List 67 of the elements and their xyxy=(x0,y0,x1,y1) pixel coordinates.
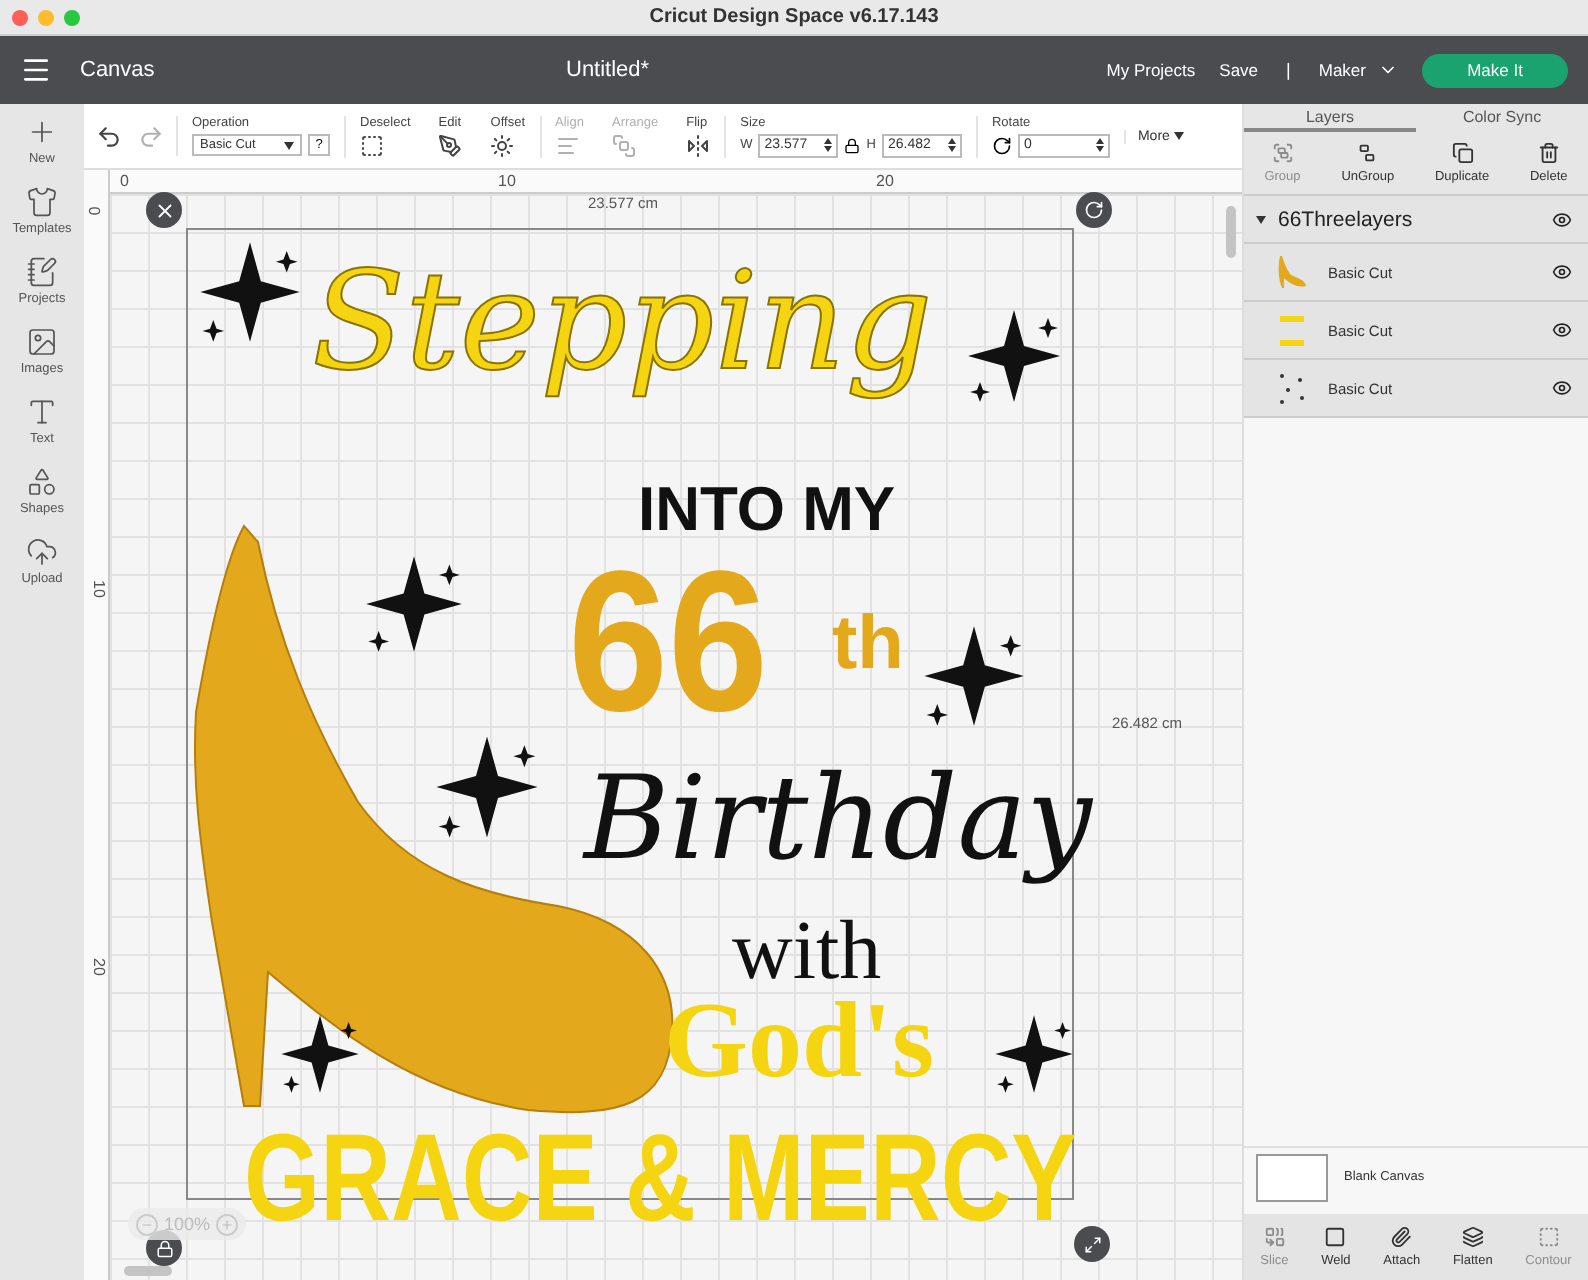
stepper-icon[interactable] xyxy=(1095,138,1104,152)
ungroup-icon xyxy=(1356,142,1379,164)
layer-thumbnail xyxy=(1276,312,1308,348)
top-link[interactable]: My Projects xyxy=(1106,60,1196,80)
design-text: th xyxy=(832,606,904,682)
pen-icon[interactable] xyxy=(438,133,463,157)
ruler-number: 10 xyxy=(89,580,108,598)
window-title: Cricut Design Space v6.17.143 xyxy=(649,6,939,28)
rotate-handle[interactable] xyxy=(1076,192,1112,228)
star-icon xyxy=(278,1012,362,1096)
delete-icon xyxy=(1537,142,1560,164)
flip-icon[interactable] xyxy=(686,133,711,157)
ruler-number: 0 xyxy=(85,206,104,216)
layer-group-name: 66Threelayers xyxy=(1278,207,1415,231)
ruler-number: 20 xyxy=(876,172,894,190)
ruler-number: 0 xyxy=(120,172,129,190)
undo-icon[interactable] xyxy=(96,123,122,149)
star-icon xyxy=(964,306,1064,406)
eye-icon[interactable] xyxy=(1552,378,1572,398)
scrollbar-thumb[interactable] xyxy=(124,1266,172,1276)
eye-icon[interactable] xyxy=(1552,320,1572,340)
resize-handle[interactable] xyxy=(1074,1226,1110,1262)
star-icon xyxy=(920,622,1028,730)
star-icon xyxy=(196,238,304,346)
star-icon xyxy=(362,552,466,656)
ruler-number: 20 xyxy=(89,958,108,976)
design-title-text: Stepping xyxy=(312,242,935,406)
machine-dropdown[interactable]: Maker xyxy=(1318,60,1398,80)
separator-text: | xyxy=(1286,60,1291,80)
design-text: 66 xyxy=(568,542,769,742)
eye-icon[interactable] xyxy=(1552,262,1572,282)
caret-down-icon xyxy=(284,141,294,149)
layer-thumbnail xyxy=(1276,370,1308,406)
contour-icon xyxy=(1537,1226,1560,1248)
shirt-icon xyxy=(26,186,58,218)
group-icon xyxy=(1271,142,1294,164)
delete-handle[interactable] xyxy=(146,192,182,228)
stepper-icon[interactable] xyxy=(824,138,833,152)
star-icon xyxy=(992,1012,1076,1096)
plus-icon xyxy=(220,1217,235,1231)
text-icon xyxy=(26,396,58,428)
cloud-upload-icon xyxy=(26,536,58,568)
design-text: GRACE & MERCY xyxy=(244,1118,1077,1242)
stepper-icon[interactable] xyxy=(947,138,956,152)
document-title: Untitled* xyxy=(566,58,650,82)
design-text: Birthday xyxy=(584,748,1095,890)
plus-icon xyxy=(26,116,58,148)
star-icon xyxy=(432,732,542,842)
lock-icon[interactable] xyxy=(844,137,861,153)
notebook-icon xyxy=(26,256,58,288)
rotate-icon xyxy=(991,135,1012,155)
paperclip-icon xyxy=(1390,1226,1413,1248)
eye-icon[interactable] xyxy=(1552,209,1572,229)
panel-tab[interactable]: Color Sync xyxy=(1416,104,1588,132)
shapes-icon xyxy=(26,466,58,498)
image-icon xyxy=(26,326,58,358)
menu-icon[interactable] xyxy=(20,54,52,86)
caret-down-icon xyxy=(1173,132,1184,140)
design-text: INTO MY xyxy=(638,478,896,540)
duplicate-icon xyxy=(1451,142,1474,164)
canvas-swatch[interactable] xyxy=(1256,1153,1328,1201)
top-link[interactable]: Save xyxy=(1219,60,1259,80)
section-title: Canvas xyxy=(80,58,155,82)
layer-thumbnail xyxy=(1276,254,1308,290)
layers-icon xyxy=(1461,1226,1484,1248)
ruler-number: 10 xyxy=(498,172,516,190)
scrollbar-thumb[interactable] xyxy=(1226,206,1236,258)
